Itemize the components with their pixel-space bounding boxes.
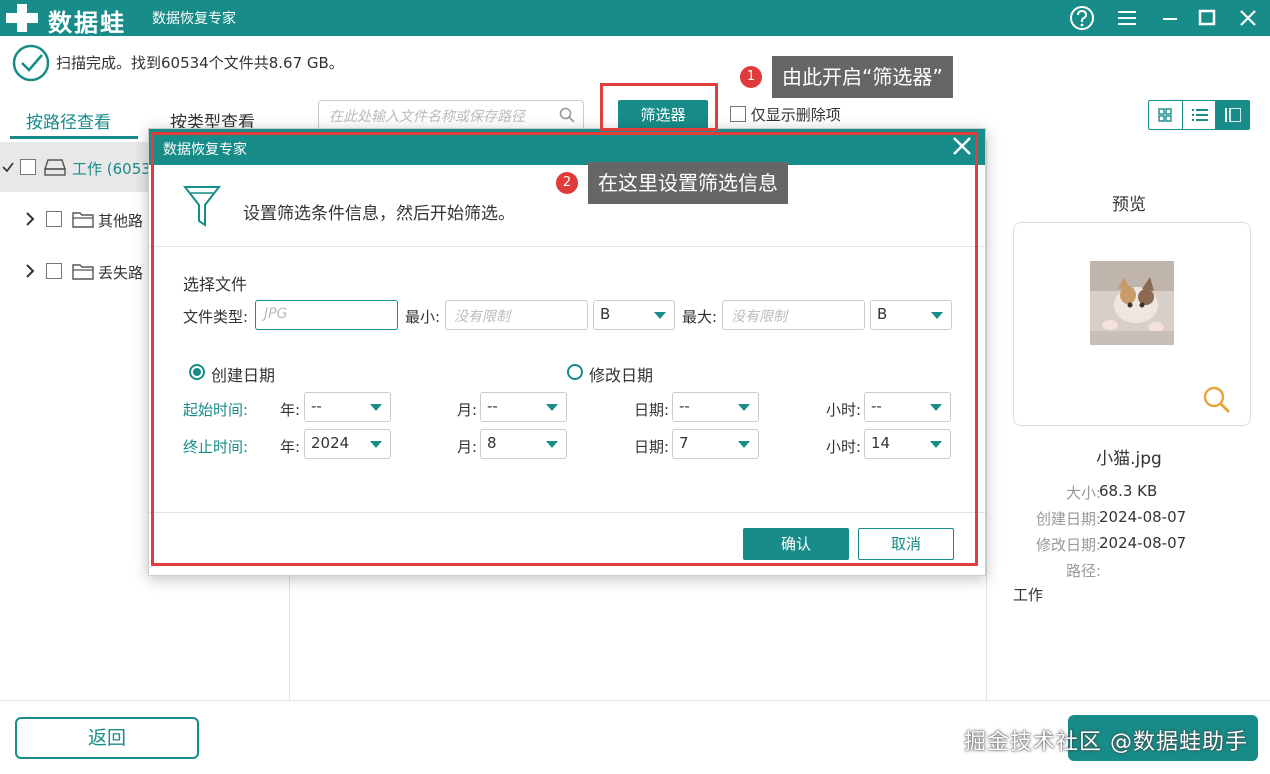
preview-panel: 预览 小猫.jpg 大小: 68.3 KB 创建日期: 2024-08-07 修…	[986, 140, 1270, 700]
watermark: 掘金技术社区 @数据蛙助手	[964, 730, 1248, 755]
app-logo-icon	[6, 4, 38, 32]
split-view-icon	[1225, 108, 1242, 122]
maximize-icon[interactable]	[1193, 4, 1221, 32]
callout-2-badge: 2	[556, 172, 578, 194]
chevron-right-icon[interactable]	[24, 263, 36, 279]
tree-item-label: 工作 (6053	[72, 160, 151, 178]
help-icon[interactable]	[1068, 4, 1096, 32]
folder-icon	[72, 264, 94, 280]
meta-path-label: 路径:	[1065, 562, 1101, 580]
scan-complete-icon	[12, 44, 50, 82]
meta-created-value: 2024-08-07	[1099, 508, 1187, 526]
filter-button-highlight	[600, 83, 718, 131]
grid-view-button[interactable]	[1149, 101, 1183, 129]
only-deleted-checkbox[interactable]	[730, 106, 746, 122]
minimize-icon[interactable]	[1156, 4, 1184, 32]
active-tab-indicator	[10, 136, 138, 139]
meta-size: 大小: 68.3 KB	[987, 482, 1270, 506]
menu-icon[interactable]	[1113, 4, 1141, 32]
tree-checkbox[interactable]	[46, 211, 62, 227]
scan-status-text: 扫描完成。找到60534个文件共8.67 GB。	[56, 54, 344, 72]
meta-modified: 修改日期: 2024-08-07	[987, 534, 1270, 558]
drive-icon	[44, 159, 66, 176]
only-deleted-label: 仅显示删除项	[750, 106, 841, 124]
tree-item-label: 其他路	[98, 212, 144, 230]
view-mode-switch	[1148, 100, 1250, 130]
folder-icon	[72, 212, 94, 228]
chevron-right-icon[interactable]	[24, 211, 36, 227]
meta-size-value: 68.3 KB	[1099, 482, 1158, 500]
search-icon[interactable]	[559, 107, 575, 123]
grid-icon	[1158, 108, 1172, 122]
callout-1: 由此开启“筛选器”	[772, 56, 953, 98]
meta-created-label: 创建日期:	[1035, 510, 1101, 528]
app-brand: 数据蛙	[48, 9, 126, 37]
zoom-preview-icon[interactable]	[1202, 385, 1232, 415]
scan-status-bar: 扫描完成。找到60534个文件共8.67 GB。	[0, 36, 1270, 88]
meta-path-value: 工作	[1013, 586, 1044, 604]
search-placeholder: 在此处输入文件名称或保存路径	[329, 109, 525, 125]
tree-item-label: 丢失路	[98, 264, 144, 282]
preview-card	[1013, 222, 1251, 426]
meta-created: 创建日期: 2024-08-07	[987, 508, 1270, 532]
tab-by-path[interactable]: 按路径查看	[26, 108, 111, 133]
only-deleted-toggle[interactable]: 仅显示删除项	[730, 104, 841, 125]
meta-modified-label: 修改日期:	[1035, 536, 1101, 554]
preview-file-name: 小猫.jpg	[1096, 449, 1162, 469]
cat-thumbnail-image	[1090, 261, 1174, 345]
meta-modified-value: 2024-08-07	[1099, 534, 1187, 552]
list-view-button[interactable]	[1183, 101, 1217, 129]
list-icon	[1191, 109, 1208, 121]
filter-dialog-highlight	[151, 132, 978, 566]
close-icon[interactable]	[1234, 4, 1262, 32]
callout-1-badge: 1	[740, 66, 762, 88]
tree-checkbox[interactable]	[20, 159, 36, 175]
title-bar: 数据蛙 数据恢复专家	[0, 0, 1270, 37]
check-mark-icon	[2, 162, 14, 173]
callout-2: 在这里设置筛选信息	[588, 162, 788, 204]
preview-title: 预览	[1112, 195, 1146, 215]
preview-view-button[interactable]	[1216, 101, 1250, 129]
search-input[interactable]: 在此处输入文件名称或保存路径	[318, 100, 584, 130]
tree-checkbox[interactable]	[46, 263, 62, 279]
meta-size-label: 大小:	[1065, 484, 1101, 502]
back-button[interactable]: 返回	[15, 717, 199, 759]
app-title: 数据恢复专家	[152, 11, 236, 27]
meta-path: 路径:	[987, 560, 1270, 584]
